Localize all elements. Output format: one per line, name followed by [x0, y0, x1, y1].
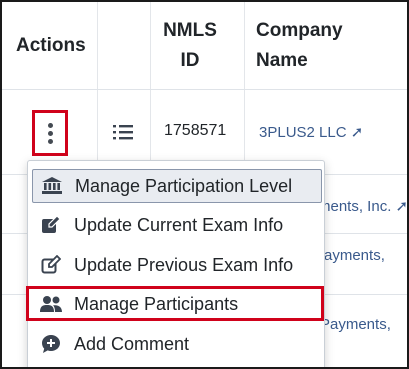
row-actions-menu: Manage Participation Level Update Curren… [27, 160, 325, 367]
menu-item-update-current-exam-info[interactable]: Update Current Exam Info [32, 208, 322, 242]
menu-item-add-comment[interactable]: Add Comment [32, 327, 322, 361]
menu-item-label: Add Comment [74, 333, 190, 354]
header-nmls-id: NMLS ID [152, 2, 228, 89]
company-name-link[interactable]: Payments, [320, 316, 391, 333]
menu-item-label: Manage Participation Level [75, 175, 293, 196]
kebab-dot [47, 138, 53, 144]
header-company-line2: Name [256, 49, 308, 71]
menu-item-manage-participants[interactable]: Manage Participants [32, 287, 322, 321]
table-header: Actions NMLS ID Company Name [2, 2, 407, 89]
company-name-link[interactable]: ments, Inc. ➚ [318, 197, 407, 215]
edit-outline-icon [40, 255, 62, 275]
users-icon [40, 294, 62, 314]
header-company-name: Company Name [256, 2, 406, 89]
kebab-dot [47, 122, 53, 128]
menu-item-manage-participation-level[interactable]: Manage Participation Level [32, 169, 322, 203]
nmls-id-value: 1758571 [164, 122, 227, 139]
list-icon[interactable] [112, 123, 134, 141]
header-company-line1: Company [256, 19, 343, 41]
row-actions-kebab-button[interactable] [32, 110, 68, 156]
row-divider [2, 89, 407, 90]
menu-item-update-previous-exam-info[interactable]: Update Previous Exam Info [32, 248, 322, 282]
bank-icon [41, 176, 63, 196]
header-actions: Actions [16, 2, 96, 89]
menu-item-label: Update Previous Exam Info [74, 254, 294, 275]
header-actions-label: Actions [16, 34, 86, 56]
header-nmls-line2: ID [180, 49, 200, 71]
header-nmls-line1: NMLS [163, 19, 217, 41]
company-name-link[interactable]: 3PLUS2 LLC ➚ [259, 123, 363, 141]
screenshot-frame: Actions NMLS ID Company Name 1758571 3PL… [0, 0, 409, 369]
menu-item-label: Update Current Exam Info [74, 214, 284, 235]
menu-item-label: Manage Participants [74, 293, 239, 314]
edit-square-icon [40, 215, 62, 235]
kebab-dot [47, 130, 53, 136]
comment-plus-icon [40, 334, 62, 354]
company-name-link[interactable]: ayments, [324, 247, 385, 264]
